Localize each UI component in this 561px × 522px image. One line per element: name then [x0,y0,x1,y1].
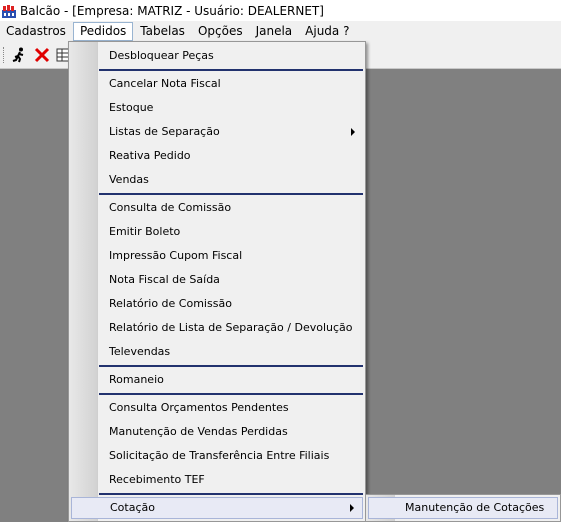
menu-item-label: Cotação [110,501,155,514]
menu-ajuda[interactable]: Ajuda ? [299,22,355,41]
menu-janela[interactable]: Janela [250,22,299,41]
menu-cadastros[interactable]: Cadastros [0,22,72,41]
submenu-arrow-icon [351,128,355,136]
menu-pedidos[interactable]: Pedidos [72,22,134,41]
menu-item-reativa-pedido[interactable]: Reativa Pedido [71,145,363,167]
menu-separator [99,393,363,395]
title-bar: Balcão - [Empresa: MATRIZ - Usuário: DEA… [0,0,561,21]
app-icon [2,4,16,18]
menu-opcoes[interactable]: Opções [192,22,249,41]
menu-bar: Cadastros Pedidos Tabelas Opções Janela … [0,21,561,42]
pedidos-dropdown-menu: Desbloquear Peças Cancelar Nota Fiscal E… [68,41,366,522]
menu-item-romaneio[interactable]: Romaneio [71,369,363,391]
running-man-icon [12,47,24,63]
menu-item-estoque[interactable]: Estoque [71,97,363,119]
toolbar-grip[interactable] [3,47,6,63]
menu-item-consulta-de-comissao[interactable]: Consulta de Comissão [71,197,363,219]
menu-item-desbloquear-pecas[interactable]: Desbloquear Peças [71,45,363,67]
menu-tabelas[interactable]: Tabelas [134,22,191,41]
cotacao-submenu: Manutenção de Cotações [365,494,561,522]
menu-separator [99,193,363,195]
menu-item-cotacao[interactable]: Cotação [71,497,363,519]
menu-item-vendas[interactable]: Vendas [71,169,363,191]
menu-separator [99,365,363,367]
menu-item-televendas[interactable]: Televendas [71,341,363,363]
menu-item-manutencao-vendas-perdidas[interactable]: Manutenção de Vendas Perdidas [71,421,363,443]
cancel-button[interactable] [32,45,52,65]
submenu-arrow-icon [350,504,354,512]
menu-item-solicitacao-transferencia-filiais[interactable]: Solicitação de Transferência Entre Filia… [71,445,363,467]
exit-button[interactable] [10,45,30,65]
menu-item-label: Listas de Separação [109,125,220,138]
menu-item-relatorio-de-comissao[interactable]: Relatório de Comissão [71,293,363,315]
window-title: Balcão - [Empresa: MATRIZ - Usuário: DEA… [20,3,324,18]
menu-item-manutencao-de-cotacoes[interactable]: Manutenção de Cotações [368,497,558,519]
menu-separator [99,69,363,71]
menu-item-nota-fiscal-de-saida[interactable]: Nota Fiscal de Saída [71,269,363,291]
menu-item-relatorio-lista-separacao-devolucao[interactable]: Relatório de Lista de Separação / Devolu… [71,317,363,339]
menu-item-impressao-cupom-fiscal[interactable]: Impressão Cupom Fiscal [71,245,363,267]
menu-item-cancelar-nota-fiscal[interactable]: Cancelar Nota Fiscal [71,73,363,95]
menu-item-listas-de-separacao[interactable]: Listas de Separação [71,121,363,143]
menu-item-recebimento-tef[interactable]: Recebimento TEF [71,469,363,491]
menu-item-consulta-orcamentos-pendentes[interactable]: Consulta Orçamentos Pendentes [71,397,363,419]
menu-separator [99,493,363,495]
close-red-x-icon [34,47,50,63]
menu-item-emitir-boleto[interactable]: Emitir Boleto [71,221,363,243]
